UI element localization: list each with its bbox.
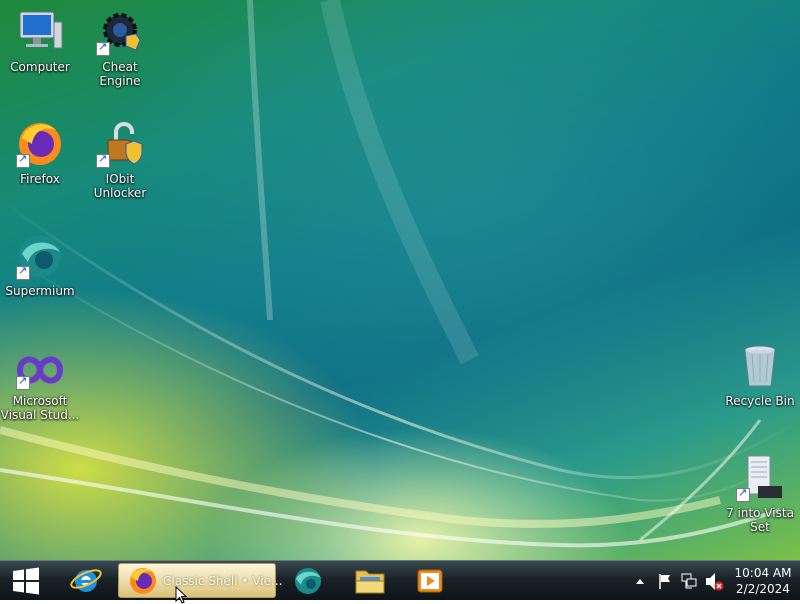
- mouse-cursor-icon: [175, 586, 188, 604]
- desktop[interactable]: Computer Cheat Engine Firefox: [0, 0, 800, 560]
- desktop-icon-computer[interactable]: Computer: [0, 8, 80, 74]
- taskbar-file-explorer[interactable]: [346, 563, 394, 598]
- desktop-icon-label: Cheat Engine: [99, 60, 141, 88]
- shortcut-arrow-icon: [96, 40, 110, 56]
- desktop-icon-label: IObit Unlocker: [93, 172, 147, 200]
- clock-time: 10:04 AM: [734, 566, 792, 580]
- firefox-icon: [16, 120, 64, 168]
- shortcut-arrow-icon: [16, 152, 30, 168]
- taskbar: Classic Shell • Vie... 10:04 AM 2/2/2024: [0, 560, 800, 604]
- desktop-icon-recycle-bin[interactable]: Recycle Bin: [720, 342, 800, 408]
- visual-studio-icon: [16, 350, 64, 390]
- taskbar-internet-explorer[interactable]: [62, 563, 110, 598]
- shortcut-arrow-icon: [96, 152, 110, 168]
- supermium-icon: [295, 568, 321, 594]
- setup-icon: [736, 454, 784, 502]
- media-player-icon: [417, 569, 443, 593]
- file-explorer-icon: [355, 570, 385, 594]
- supermium-icon: [16, 232, 64, 280]
- system-tray: 10:04 AM 2/2/2024: [630, 561, 800, 601]
- desktop-icon-iobit-unlocker[interactable]: IObit Unlocker: [80, 120, 160, 200]
- firefox-icon: [130, 568, 156, 594]
- show-hidden-icons-chevron-icon[interactable]: [634, 561, 646, 601]
- desktop-icon-label: 7 into Vista Set: [726, 506, 794, 534]
- recycle-bin-icon: [736, 342, 784, 390]
- desktop-icon-7-into-vista-set[interactable]: 7 into Vista Set: [720, 454, 800, 534]
- desktop-icon-label: Recycle Bin: [725, 394, 795, 408]
- unlocker-icon: [96, 120, 144, 168]
- clock[interactable]: 10:04 AM 2/2/2024: [732, 565, 794, 597]
- desktop-icon-supermium[interactable]: Supermium: [0, 232, 80, 298]
- shortcut-arrow-icon: [16, 374, 30, 390]
- start-button[interactable]: [0, 561, 52, 601]
- computer-icon: [16, 8, 64, 56]
- volume-muted-icon[interactable]: [704, 561, 724, 601]
- desktop-icon-firefox[interactable]: Firefox: [0, 120, 80, 186]
- desktop-icon-visual-studio[interactable]: Microsoft Visual Stud...: [0, 350, 80, 422]
- taskbar-media-player[interactable]: [406, 563, 454, 598]
- desktop-icon-cheat-engine[interactable]: Cheat Engine: [80, 8, 160, 88]
- network-icon[interactable]: [680, 561, 698, 601]
- desktop-icon-label: Computer: [10, 60, 70, 74]
- action-center-flag-icon[interactable]: [656, 561, 674, 601]
- taskbar-supermium[interactable]: [284, 563, 332, 598]
- windows-logo-icon: [13, 567, 39, 595]
- shortcut-arrow-icon: [16, 264, 30, 280]
- shortcut-arrow-icon: [736, 486, 750, 502]
- cheat-engine-icon: [96, 8, 144, 56]
- internet-explorer-icon: [70, 569, 102, 592]
- desktop-icon-label: Microsoft Visual Stud...: [0, 394, 80, 422]
- taskbar-firefox-window[interactable]: Classic Shell • Vie...: [118, 563, 282, 604]
- clock-date: 2/2/2024: [736, 582, 790, 596]
- desktop-icon-label: Firefox: [20, 172, 60, 186]
- desktop-icon-label: Supermium: [5, 284, 75, 298]
